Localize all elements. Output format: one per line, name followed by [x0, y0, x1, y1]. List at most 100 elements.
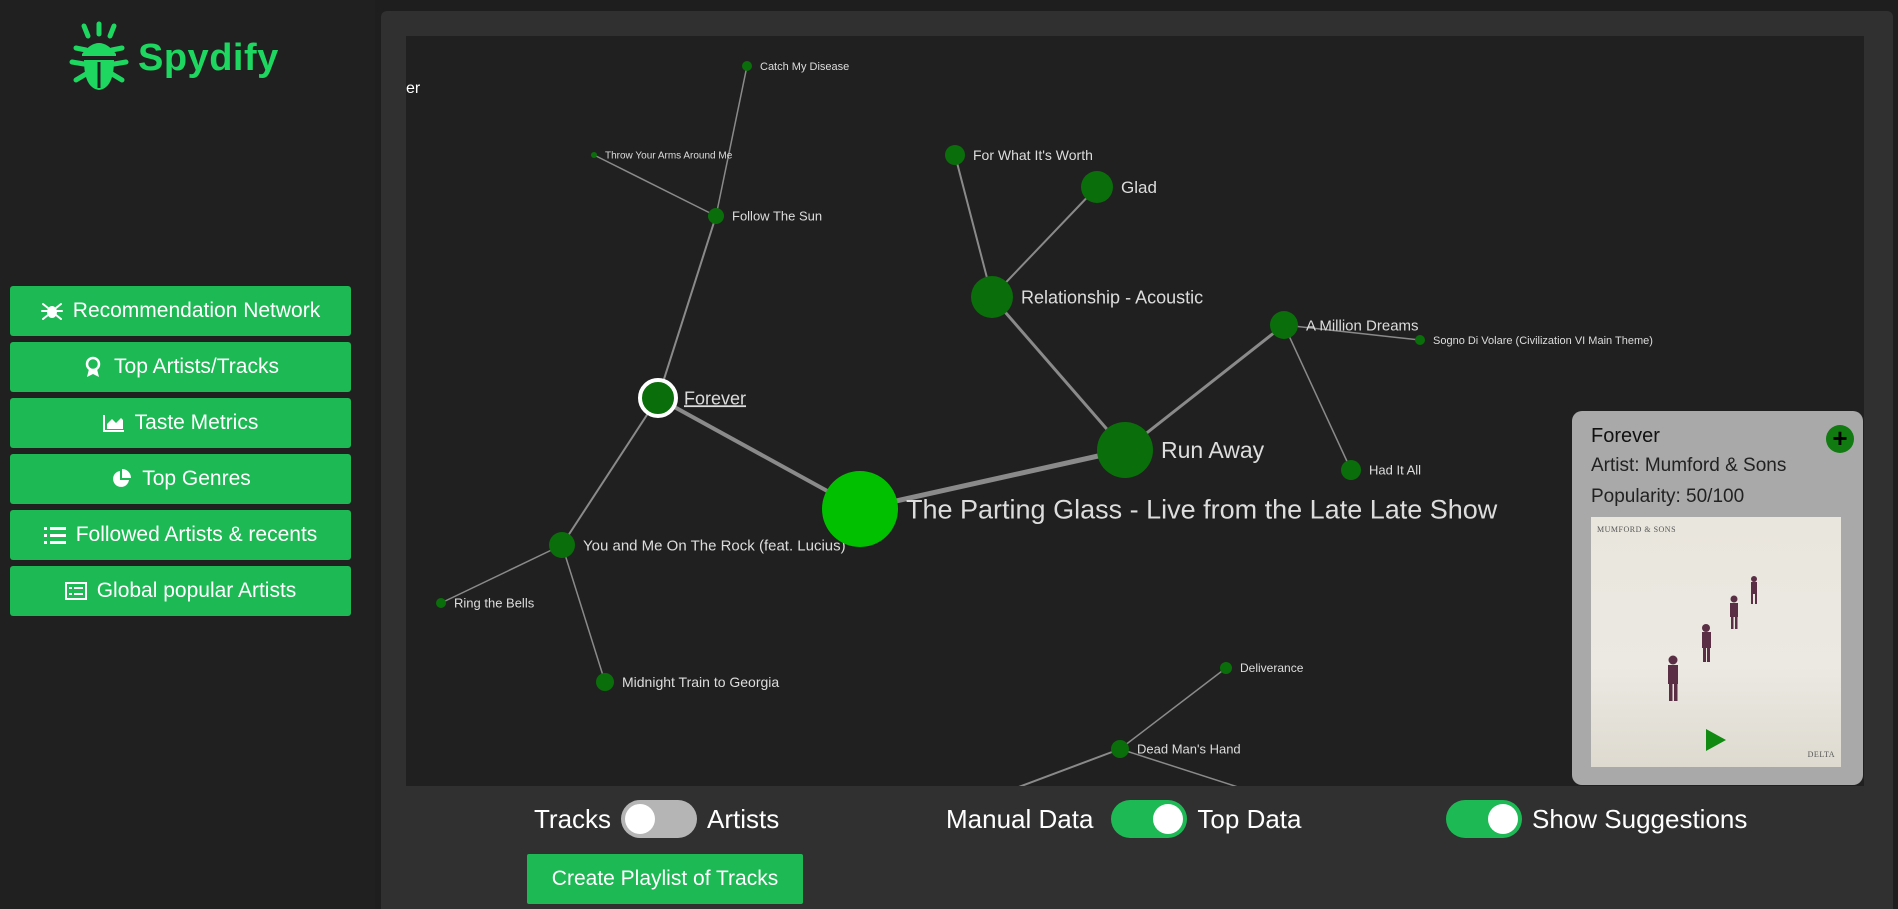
graph-node-parting[interactable]: The Parting Glass - Live from the Late L…	[822, 471, 1498, 547]
graph-node-label[interactable]: Dead Man's Hand	[1137, 742, 1241, 757]
nav-label: Taste Metrics	[134, 411, 259, 434]
graph-node-circle[interactable]	[596, 673, 614, 691]
graph-node-circle[interactable]	[1111, 740, 1129, 758]
suggestions-switch: Show Suggestions	[1436, 798, 1747, 840]
graph-edge	[1119, 667, 1227, 750]
graph-node-circle[interactable]	[638, 378, 678, 418]
graph-node-runaway[interactable]: Run Away	[1097, 422, 1265, 478]
graph-node-throw[interactable]: Throw Your Arms Around Me	[591, 151, 733, 162]
graph-node-hadit[interactable]: Had It All	[1341, 460, 1421, 480]
nav-followed-artists-button[interactable]: Followed Artists & recents	[10, 510, 351, 560]
sidebar: Spydify Recommendation Network Top Artis…	[0, 0, 375, 909]
create-playlist-button[interactable]: Create Playlist of Tracks	[527, 854, 803, 904]
graph-node-circle[interactable]	[1220, 662, 1232, 674]
graph-node-circle[interactable]	[822, 471, 898, 547]
nav-label: Top Genres	[142, 467, 251, 490]
graph-node-follow[interactable]: Follow The Sun	[708, 208, 822, 224]
graph-edge	[1018, 748, 1121, 786]
graph-edge	[657, 215, 717, 399]
data-source-toggle[interactable]	[1111, 800, 1188, 838]
graph-node-circle[interactable]	[1341, 460, 1361, 480]
graph-node-label[interactable]: Midnight Train to Georgia	[622, 674, 779, 690]
graph-node-circle[interactable]	[1270, 311, 1298, 339]
graph-node-label[interactable]: You and Me On The Rock (feat. Lucius)	[583, 537, 846, 554]
graph-edge	[990, 296, 1127, 451]
graph-node-label[interactable]: Follow The Sun	[732, 209, 822, 224]
pie-chart-icon	[110, 468, 132, 490]
app-logo[interactable]: Spydify	[68, 18, 279, 98]
list-icon	[43, 524, 66, 546]
artists-label: Artists	[707, 803, 780, 834]
graph-node-label[interactable]: Forever	[684, 388, 746, 408]
graph-edge	[991, 186, 1098, 298]
tracks-label: Tracks	[534, 803, 612, 834]
table-list-icon	[64, 580, 87, 602]
graph-node-deliverance[interactable]: Deliverance	[1220, 661, 1304, 675]
graph-node-circle[interactable]	[436, 598, 446, 608]
add-to-playlist-button[interactable]: +	[1826, 425, 1854, 453]
graph-nodes: Catch My Disease Throw Your Arms Around M…	[436, 61, 1653, 758]
show-suggestions-toggle[interactable]	[1446, 800, 1522, 838]
graph-node-circle[interactable]	[945, 145, 965, 165]
card-artist: Artist: Mumford & Sons	[1591, 455, 1787, 476]
graph-node-circle[interactable]	[708, 208, 724, 224]
graph-edge	[593, 154, 717, 217]
graph-node-label[interactable]: Ring the Bells	[454, 596, 535, 611]
nav-top-genres-button[interactable]: Top Genres	[10, 454, 351, 504]
nav-label: Top Artists/Tracks	[114, 355, 279, 378]
graph-edge	[1124, 323, 1285, 452]
graph-node-midnight[interactable]: Midnight Train to Georgia	[596, 673, 779, 691]
spider-logo-icon	[69, 21, 129, 90]
graph-edge	[954, 154, 993, 298]
graph-node-relationship[interactable]: Relationship - Acoustic	[971, 276, 1203, 318]
graph-node-worth[interactable]: For What It's Worth	[945, 145, 1093, 165]
graph-node-catch[interactable]: Catch My Disease	[742, 61, 849, 73]
graph-node-circle[interactable]	[549, 532, 575, 558]
graph-node-million[interactable]: A Million Dreams	[1270, 311, 1419, 339]
play-icon[interactable]	[1706, 729, 1726, 751]
graph-node-label[interactable]: A Million Dreams	[1306, 317, 1419, 334]
show-suggestions-label: Show Suggestions	[1532, 803, 1748, 834]
graph-node-label[interactable]: Relationship - Acoustic	[1021, 287, 1203, 307]
nav-label: Followed Artists & recents	[75, 523, 318, 546]
graph-node-circle[interactable]	[742, 61, 752, 71]
graph-edge	[561, 544, 606, 683]
graph-node-deadman[interactable]: Dead Man's Hand	[1111, 740, 1241, 758]
graph-node-label[interactable]: Deliverance	[1240, 661, 1304, 675]
graph-node-glad[interactable]: Glad	[1081, 171, 1157, 203]
graph-node-circle[interactable]	[971, 276, 1013, 318]
graph-node-label[interactable]: Had It All	[1369, 463, 1421, 478]
graph-node-label[interactable]: For What It's Worth	[973, 147, 1093, 163]
tracks-artists-switch: Tracks Artists	[534, 798, 779, 840]
graph-edge	[715, 65, 748, 217]
graph-edge	[561, 397, 659, 546]
graph-node-circle[interactable]	[1081, 171, 1113, 203]
graph-node-circle[interactable]	[591, 152, 597, 158]
graph-node-youme[interactable]: You and Me On The Rock (feat. Lucius)	[549, 532, 846, 558]
graph-node-label[interactable]: Sogno Di Volare (Civilization VI Main Th…	[1433, 335, 1653, 347]
nav-taste-metrics-button[interactable]: Taste Metrics	[10, 398, 351, 448]
track-info-card: Forever + Artist: Mumford & Sons Popular…	[1572, 411, 1863, 785]
graph-node-circle[interactable]	[1097, 422, 1153, 478]
nav-recommendation-network-button[interactable]: Recommendation Network	[10, 286, 351, 336]
album-cover: MUMFORD & SONS DELTA	[1591, 517, 1841, 767]
graph-node-circle[interactable]	[1415, 335, 1425, 345]
nav-global-popular-artists-button[interactable]: Global popular Artists	[10, 566, 351, 616]
manual-data-label: Manual Data	[946, 803, 1094, 834]
graph-node-sogno[interactable]: Sogno Di Volare (Civilization VI Main Th…	[1415, 335, 1653, 347]
graph-node-label[interactable]: Run Away	[1161, 437, 1265, 463]
graph-node-label[interactable]: The Parting Glass - Live from the Late L…	[906, 494, 1498, 524]
nav-top-artists-tracks-button[interactable]: Top Artists/Tracks	[10, 342, 351, 392]
graph-edges	[440, 65, 1421, 786]
award-icon	[82, 356, 104, 378]
tracks-artists-toggle[interactable]	[621, 800, 698, 838]
graph-node-label[interactable]: Catch My Disease	[760, 61, 849, 73]
nav-label: Global popular Artists	[96, 579, 297, 602]
graph-node-label[interactable]: Glad	[1121, 178, 1157, 197]
partial-node-label: er	[406, 80, 421, 97]
graph-edge	[440, 544, 563, 604]
sidebar-nav: Recommendation Network Top Artists/Track…	[10, 286, 351, 622]
graph-node-label[interactable]: Throw Your Arms Around Me	[605, 151, 733, 162]
spider-icon	[40, 300, 63, 322]
graph-node-forever[interactable]: Forever	[638, 378, 746, 418]
